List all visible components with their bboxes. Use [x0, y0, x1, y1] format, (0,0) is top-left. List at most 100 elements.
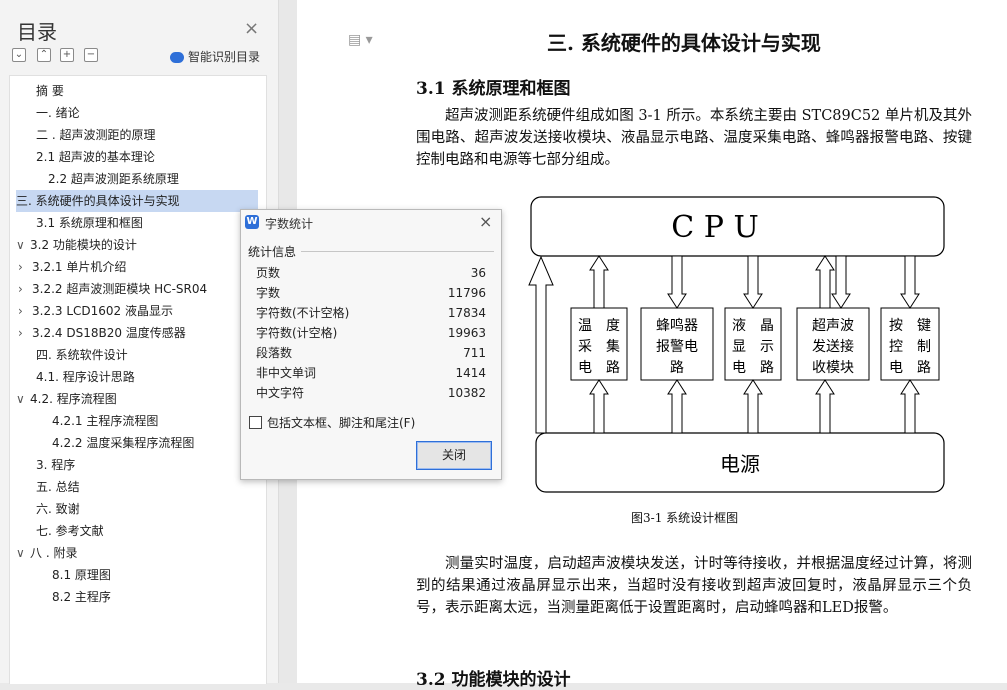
toc-item[interactable]: 六. 致谢: [16, 498, 258, 520]
toc-item-label: 3.2 功能模块的设计: [30, 238, 137, 252]
toc-item-label: 摘 要: [36, 84, 64, 98]
chevron-right-icon[interactable]: ›: [18, 278, 32, 300]
toc-item[interactable]: 五. 总结: [16, 476, 258, 498]
toc-item[interactable]: 三. 系统硬件的具体设计与实现: [16, 190, 258, 212]
system-block-diagram: C P U 电源 温 度采 集电 路 蜂鸣器报警电路 液 晶显 示电 路 超声波发送接…: [528, 196, 945, 493]
flow-arrow: [667, 255, 687, 309]
chevron-right-icon[interactable]: ›: [18, 256, 32, 278]
smart-toc-label: 智能识别目录: [188, 50, 261, 64]
close-icon[interactable]: ×: [244, 18, 259, 39]
chapter-heading: 三. 系统硬件的具体设计与实现: [547, 31, 821, 55]
flow-arrow: [589, 379, 609, 434]
stat-label: 字符数(计空格): [256, 326, 338, 340]
toc-item[interactable]: › 3.2.2 超声波测距模块 HC-SR04: [16, 278, 258, 300]
flow-arrow: [667, 379, 687, 434]
toc-item[interactable]: 4.2.2 温度采集程序流程图: [16, 432, 258, 454]
toc-item-label: 3.1 系统原理和框图: [36, 216, 143, 230]
toc-item[interactable]: ∨ 4.2. 程序流程图: [16, 388, 258, 410]
stat-label: 段落数: [256, 346, 293, 360]
chevron-right-icon[interactable]: ›: [18, 300, 32, 322]
toc-item[interactable]: 一. 绪论: [16, 102, 258, 124]
close-icon[interactable]: ×: [479, 212, 492, 231]
divider: [301, 251, 494, 252]
module-label: 蜂鸣器: [656, 317, 698, 334]
toc-sidebar: 目录 × ⌄ ⌃ + − 智能识别目录 摘 要一. 绪论二 . 超声波测距的原理…: [0, 0, 279, 684]
dialog-title: 字数统计: [265, 217, 314, 231]
expand-all-icon[interactable]: ⌃: [37, 48, 51, 62]
stat-row: 字数 11796: [256, 283, 486, 303]
page-options-icon[interactable]: ▤ ▾: [348, 32, 373, 48]
toc-item-label: 8.2 主程序: [52, 590, 111, 604]
toc-item[interactable]: 4.2.1 主程序流程图: [16, 410, 258, 432]
smart-toc-button[interactable]: 智能识别目录: [170, 48, 260, 65]
module-label: 显 示: [732, 339, 774, 355]
add-heading-icon[interactable]: +: [60, 48, 74, 62]
toc-item-label: 五. 总结: [36, 480, 80, 494]
toc-item-label: 3.2.2 超声波测距模块 HC-SR04: [32, 282, 208, 296]
flow-arrow: [831, 255, 851, 309]
toc-item-label: 三. 系统硬件的具体设计与实现: [16, 194, 180, 208]
toc-item-label: 八 . 附录: [30, 546, 78, 560]
toc-item-label: 二 . 超声波测距的原理: [36, 128, 156, 142]
toc-item[interactable]: 四. 系统软件设计: [16, 344, 258, 366]
toc-item[interactable]: 3.1 系统原理和框图: [16, 212, 258, 234]
toc-title: 目录: [17, 20, 57, 44]
toc-item[interactable]: 8.2 主程序: [16, 586, 258, 608]
toc-item[interactable]: ∨ 3.2 功能模块的设计: [16, 234, 258, 256]
toc-item[interactable]: 2.2 超声波测距系统原理: [16, 168, 258, 190]
chevron-right-icon[interactable]: ›: [18, 322, 32, 344]
section-heading: 3.2 功能模块的设计: [416, 670, 571, 690]
toc-item[interactable]: › 3.2.4 DS18B20 温度传感器: [16, 322, 258, 344]
toc-item[interactable]: › 3.2.1 单片机介绍: [16, 256, 258, 278]
toc-item[interactable]: 3. 程序: [16, 454, 258, 476]
close-button[interactable]: 关闭: [416, 441, 492, 470]
stat-value: 11796: [447, 286, 486, 300]
toc-item[interactable]: ∨ 八 . 附录: [16, 542, 258, 564]
toc-list: 摘 要一. 绪论二 . 超声波测距的原理 2.1 超声波的基本理论 2.2 超声波测…: [9, 75, 267, 684]
wps-logo-icon: W: [245, 215, 259, 229]
stat-label: 字符数(不计空格): [256, 306, 350, 320]
module-label: 控 制: [889, 339, 931, 355]
module-label: 按 键: [889, 318, 931, 334]
module-label: 电 路: [578, 360, 620, 376]
toc-item-label: 4.2.1 主程序流程图: [52, 414, 159, 428]
paragraph: 超声波测距系统硬件组成如图 3-1 所示。本系统主要由 STC89C52 单片机…: [416, 108, 972, 168]
smart-toc-icon: [170, 52, 184, 63]
stat-row: 段落数 711: [256, 343, 486, 363]
toc-item-label: 4.2.2 温度采集程序流程图: [52, 436, 195, 450]
chevron-down-icon[interactable]: ∨: [16, 542, 30, 564]
figure-caption: 图3-1 系统设计框图: [631, 511, 739, 525]
module-label: 液 晶: [732, 318, 774, 334]
stat-label: 字数: [256, 286, 281, 300]
stat-label: 非中文单词: [256, 366, 317, 380]
toc-item[interactable]: 2.1 超声波的基本理论: [16, 146, 258, 168]
toc-item[interactable]: 摘 要: [16, 80, 258, 102]
remove-heading-icon[interactable]: −: [84, 48, 98, 62]
module-label: 报警电: [656, 339, 698, 355]
toc-item[interactable]: › 3.2.3 LCD1602 液晶显示: [16, 300, 258, 322]
include-footnotes-checkbox[interactable]: [249, 416, 262, 429]
flow-arrow: [900, 255, 920, 309]
toc-item-label: 3.2.3 LCD1602 液晶显示: [32, 304, 174, 318]
toc-item[interactable]: 二 . 超声波测距的原理: [16, 124, 258, 146]
stat-label: 页数: [256, 266, 281, 280]
chevron-down-icon[interactable]: ∨: [16, 234, 30, 256]
toc-item-label: 一. 绪论: [36, 106, 80, 120]
toc-item[interactable]: 七. 参考文献: [16, 520, 258, 542]
toc-item-label: 8.1 原理图: [52, 568, 111, 582]
toc-item-label: 2.2 超声波测距系统原理: [48, 172, 179, 186]
cpu-label: C P U: [671, 210, 759, 245]
collapse-all-icon[interactable]: ⌄: [12, 48, 26, 62]
module-label: 电 路: [732, 360, 774, 376]
flow-arrow: [743, 255, 763, 309]
chevron-down-icon[interactable]: ∨: [16, 388, 30, 410]
module-label: 发送接: [812, 338, 854, 355]
toc-item[interactable]: 4.1. 程序设计思路: [16, 366, 258, 388]
stat-row: 页数 36: [256, 263, 486, 283]
section-label: 统计信息: [248, 245, 297, 259]
stat-value: 36: [470, 266, 486, 280]
module-label: 超声波: [812, 318, 854, 334]
stat-value: 19963: [447, 326, 486, 340]
toc-item[interactable]: 8.1 原理图: [16, 564, 258, 586]
module-label: 路: [670, 360, 684, 376]
